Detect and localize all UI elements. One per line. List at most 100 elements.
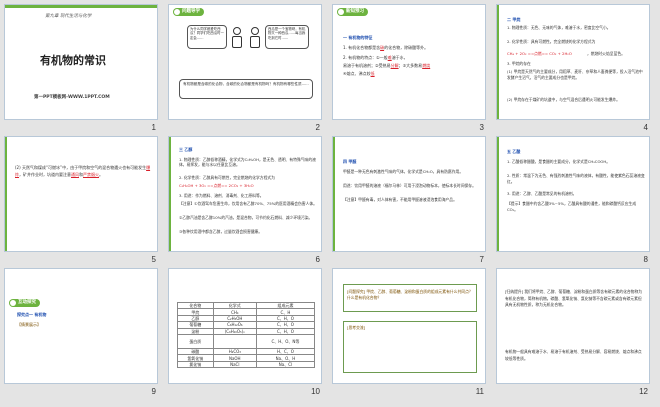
accent-bar [497,137,499,251]
slide-11-content: [问题探究] 甲烷、乙醇、葡萄糖、淀粉和蛋白质的组成元素有什么共同点？什么是有机… [332,268,486,384]
text-line: 1. 乙酸俗称醋酸，是食醋的主要成分，化学式是CH₃COOH。 [507,159,611,164]
badge-label: 互动探究 [18,300,36,305]
text-line: 甲醛是一种无色有刺激性气味的气体，化学式是CH₂O，具有防腐作用。 [343,169,464,174]
slide-5[interactable]: (2) 天然气和煤成“可燃冰”中，由于甲烷和空气的混合物遇火也有可能发生爆炸，矿… [4,136,158,264]
section-heading: 三 乙醇 [179,147,193,152]
slide-number: 7 [479,255,484,264]
question-frame: [问题探究] 甲烷、乙醇、葡萄糖、淀粉和蛋白质的组成元素有什么共同点？什么是有机… [343,284,477,312]
answer-blank: 通风 [71,172,79,177]
section-heading: 四 甲醛 [343,159,357,164]
answer-frame: [思考交流] [343,321,477,373]
text-line: 2. 有机物的特点：①一般难溶于水， [343,55,483,61]
question-text: [问题探究] 甲烷、乙醇、葡萄糖、淀粉和蛋白质的组成元素有什么共同点？什么是有机… [347,289,473,300]
text-line: 【注意】①饮酒驾车危害生命，饮用含有乙醇70%、75%的医用酒精会伤害人体。 [179,201,317,206]
slide-4[interactable]: 二 甲烷 1. 物理性质：无色、无味的气体，难溶于水，密度比空气小。 2. 化学… [496,4,650,132]
scenario-label: 【情景展示】 [17,322,41,327]
text-line: 溶于水， [391,55,408,60]
slide-1-top-bar [5,5,157,8]
text-line: 1. 有机化合物都是含碳的化合物，除碳酸等外。 [343,45,483,51]
text-line: ，矿井作业时，坑道内要注意 [19,172,71,177]
text-line: 用途：饮用甲醛的溶液（福尔马林）可用于浸泡动物标本，使标本长时间保存。 [343,183,476,188]
table-cell: NaCl [212,360,257,369]
slide-number: 1 [151,123,156,132]
text-line: ③各种饮用酒中都含乙醇，过量饮酒会损害健康。 [179,229,263,234]
slide-6[interactable]: 三 乙醇 1. 物理性质：乙醇俗称酒精，化学式为C₂H₅OH，是无色、透明、有特… [168,136,322,264]
slide-5-content: (2) 天然气和煤成“可燃冰”中，由于甲烷和空气的混合物遇火也有可能发生爆炸，矿… [4,136,158,252]
text-line: 3. 用途：作为燃料、溶剂、消毒剂、化工原料等。 [179,193,264,198]
text-line: (2) 甲烷存在于煤矿的坑道中，与空气混合后遇明火可能发生爆炸。 [507,97,620,102]
text-line: 1. 有机化合物都是含 [343,45,381,50]
text-line: 1. 物理性质：乙醇俗称酒精，化学式为C₂H₅OH，是无色、透明、有特殊气味的液… [179,157,316,168]
slide-2[interactable]: 问题导学 为什么同学都爱吃西瓜？同学们吃西瓜时一定会…… 西瓜是一个宝物呀，有机… [168,4,322,132]
slide-3[interactable]: 新知预习 一 有机物的特征 1. 有机化合物都是含碳的化合物，除碳酸等外。 2.… [332,4,486,132]
slide-9[interactable]: 互动探究 探究点一 有机物 【情景展示】 9 [4,268,158,396]
bubble-text: 西瓜是一个宝物呀，有机物又一种西瓜……每当我吃到它时…… [268,27,306,40]
table-cell: 氯化钠 [177,360,214,369]
slide-11[interactable]: [问题探究] 甲烷、乙醇、葡萄糖、淀粉和蛋白质的组成元素有什么共同点？什么是有机… [332,268,486,396]
slide-1-content: 第九章 现代生活与化学 有机物的常识 第一PPT模板网-WWW.1PPT.COM [4,4,158,120]
text-line: 2. 性质：常温下为无色、有强烈刺激性气味的液体，有酸性，能使紫色石蕊溶液变红。 [507,173,645,184]
slide-6-content: 三 乙醇 1. 物理性质：乙醇俗称酒精，化学式为C₂H₅OH，是无色、透明、有特… [168,136,322,252]
teacher-figure-icon [247,27,263,51]
text-line: [归纳提升] 我们将甲烷、乙醇、葡萄糖、淀粉和蛋白质等含有碳元素的化合物称为有机… [505,289,643,308]
answer-blank: 燃烧 [422,63,431,68]
slide-number: 3 [479,123,484,132]
slide-7-content: 四 甲醛 甲醛是一种无色有刺激性气味的气体，化学式是CH₂O，具有防腐作用。 用… [332,136,486,252]
section-heading: 五 乙酸 [507,149,521,154]
accent-bar [497,5,499,119]
slide-12-content: [归纳提升] 我们将甲烷、乙醇、葡萄糖、淀粉和蛋白质等含有碳元素的化合物称为有机… [496,268,650,384]
slide-1[interactable]: 第九章 现代生活与化学 有机物的常识 第一PPT模板网-WWW.1PPT.COM… [4,4,158,132]
text-line: 【提示】食醋中约含乙酸3%~5%，乙酸具有酸的通性，能和碳酸钙反应生成CO₂。 [507,201,637,212]
table-cell: C、H、O、N等 [255,333,316,349]
text-line: 1. 物理性质：无色、无味的气体，难溶于水，密度比空气小。 [507,25,611,30]
slide-10[interactable]: 化合物 化学式 组成元素 甲烷 CH₄ C、H 乙醇 C₂H₅OH C、H、O … [168,268,322,396]
text-line: 有机物一般具有难溶于水、易溶于有机溶剂、受热易分解、容易燃烧、熔点和沸点较低等性… [505,349,642,361]
text-line: 2. 有机物的特点：①一般 [343,55,388,60]
badge-dot-icon [10,300,16,306]
text-line: 易溶于有机溶剂；②受热易 [343,63,391,68]
slide-4-content: 二 甲烷 1. 物理性质：无色、无味的气体，难溶于水，密度比空气小。 2. 化学… [496,4,650,120]
slide-number: 10 [311,387,320,396]
section-heading: 一 有机物的特征 [343,35,373,40]
badge-label: 新知预习 [346,9,364,14]
table-cell: 蛋白质 [177,333,214,349]
slide-number: 6 [315,255,320,264]
text-line: ；③大多数易 [398,63,423,68]
slide-12[interactable]: [归纳提升] 我们将甲烷、乙醇、葡萄糖、淀粉和蛋白质等含有碳元素的化合物称为有机… [496,268,650,396]
slide-1-footer: 第一PPT模板网-WWW.1PPT.COM [34,95,110,100]
slide-number: 5 [151,255,156,264]
section-heading: 二 甲烷 [507,17,521,22]
speech-bubble-left: 为什么同学都爱吃西瓜？同学们吃西瓜时一定会…… [187,25,227,49]
text-line: 2. 化学性质：乙醇具有可燃性，完全燃烧的化学方程式为 [179,175,275,180]
slide-7[interactable]: 四 甲醛 甲醛是一种无色有刺激性气味的气体，化学式是CH₂O，具有防腐作用。 用… [332,136,486,264]
equation: C₂H₅OH + 3O₂ ==点燃== 2CO₂ + 3H₂O [179,183,254,188]
text-line: 2. 化学性质：具有可燃性。完全燃烧的化学方程式为 [507,39,596,44]
table-cell: Na、Cl [255,360,316,369]
text-line: ，燃烧时火焰呈蓝色。 [587,51,625,56]
accent-bar [333,137,335,251]
text-line: (2) 天然气和煤成“可燃冰”中，由于甲烷和空气的混合物遇火也有可能发生 [15,165,147,170]
slide-8[interactable]: 五 乙酸 1. 乙酸俗称醋酸，是食醋的主要成分，化学式是CH₃COOH。 2. … [496,136,650,264]
slide-number: 9 [151,387,156,396]
section-badge: 问题导学 [173,8,204,16]
slide-number: 4 [643,123,648,132]
answer-label: [思考交流] [347,325,366,330]
text-line: 3. 甲烷的存在 [507,61,531,66]
student-figure-icon [229,27,245,51]
slide-number: 12 [639,387,648,396]
text-line: 。 [99,172,103,177]
answer-blank: 分解 [390,63,399,68]
text-line: ④熔点、沸点较低 [343,71,483,77]
section-heading: 探究点一 有机物 [17,312,47,317]
badge-label: 问题导学 [182,9,200,14]
text-line: 【注意】甲醛有毒，对人体有害，不能用甲醛溶液浸泡食用海产品。 [343,197,457,202]
text-line: 的化合物，除碳酸等外。 [384,45,429,50]
accent-bar [5,137,7,251]
section-badge: 互动探究 [9,299,40,307]
accent-bar [169,137,171,251]
answer-blank: 严禁烟火 [83,172,99,177]
bubble-text: 为什么同学都爱吃西瓜？同学们吃西瓜时一定会…… [190,27,224,40]
badge-dot-icon [174,9,180,15]
slide-2-content: 问题导学 为什么同学都爱吃西瓜？同学们吃西瓜时一定会…… 西瓜是一个宝物呀，有机… [168,4,322,120]
table-cell [212,333,257,349]
